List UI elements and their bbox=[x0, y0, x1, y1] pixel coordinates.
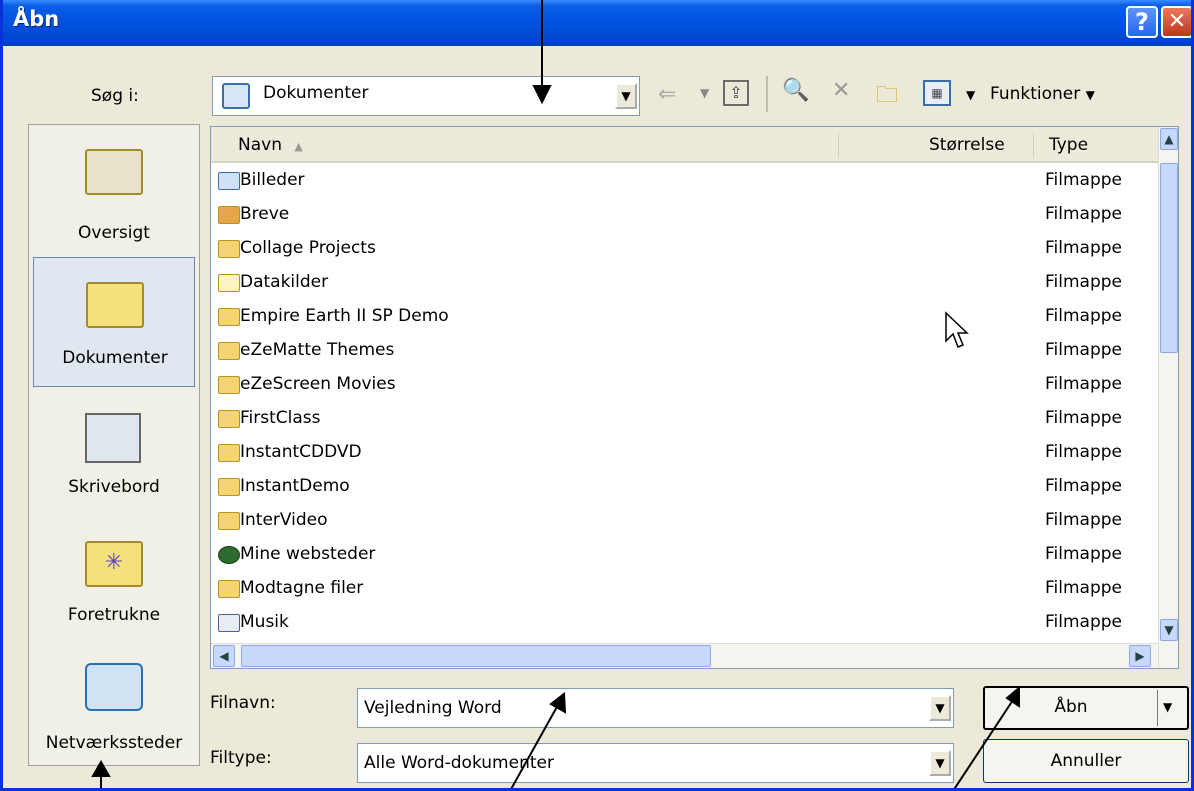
annotation-arrows bbox=[91, 0, 1020, 788]
open-dialog: Åbn ? ✕ Søg i: Dokumenter ▼ ⇐ ▼ ⇪ 🔍 ✕ 🗀 … bbox=[0, 0, 1194, 791]
